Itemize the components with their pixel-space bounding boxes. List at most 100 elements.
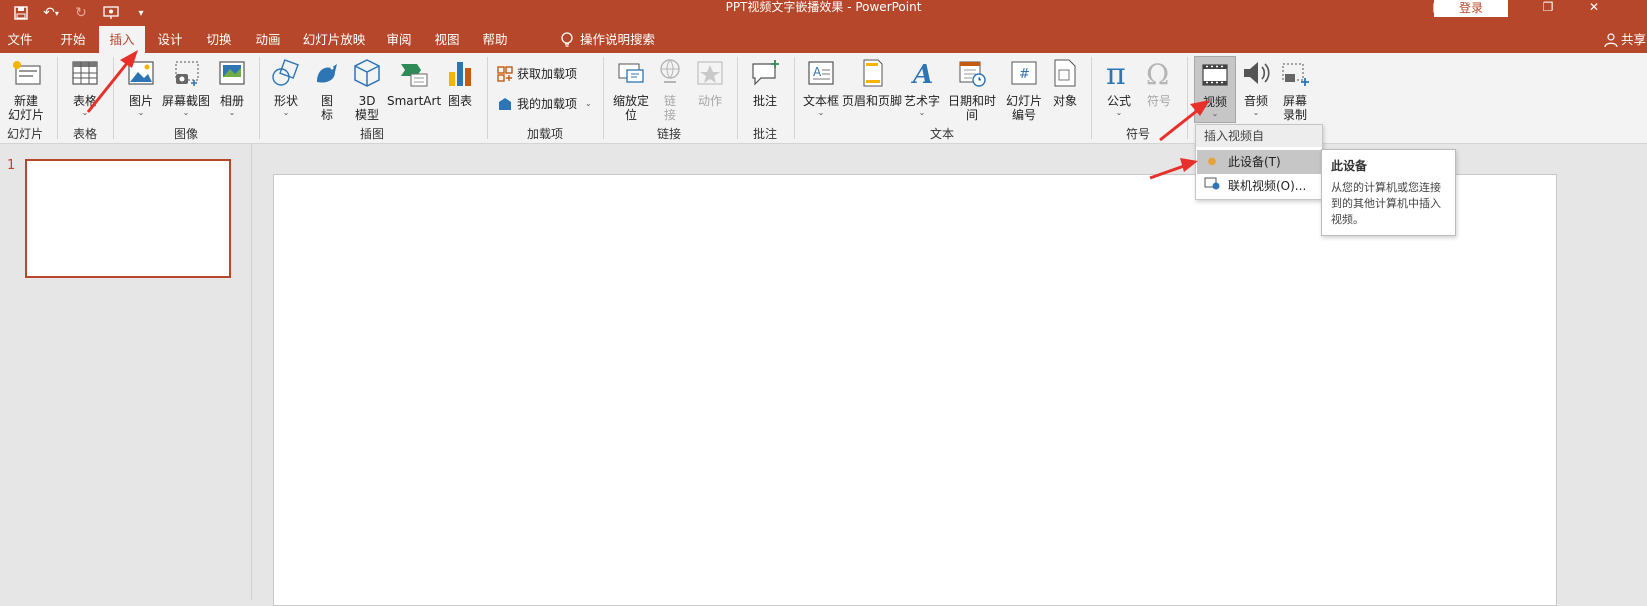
group-separator xyxy=(603,57,604,139)
svg-text:Ω: Ω xyxy=(1146,58,1169,90)
get-addins-button[interactable]: 获取加载项 xyxy=(497,65,577,82)
chevron-down-icon: ⌄ xyxy=(1115,108,1123,117)
chevron-down-icon: ⌄ xyxy=(1252,108,1260,117)
video-dropdown-menu: 插入视频自 ● 此设备(T) 联机视频(O)... xyxy=(1195,124,1323,200)
video-button[interactable]: 视频 ⌄ xyxy=(1194,56,1236,123)
cube-icon xyxy=(354,59,380,87)
shapes-icon xyxy=(272,59,299,86)
pictures-button[interactable]: 图片 ⌄ xyxy=(122,56,160,118)
header-footer-icon xyxy=(863,59,883,87)
svg-text:π: π xyxy=(1106,57,1126,90)
ribbon-display-icon[interactable]: ▣ xyxy=(1415,0,1461,18)
icons-icon xyxy=(317,64,337,83)
group-label-symbols: 符号 xyxy=(1125,127,1150,141)
wordart-icon: A xyxy=(910,60,933,90)
symbol-button[interactable]: Ω 符号 xyxy=(1141,56,1177,108)
new-slide-label: 新建 幻灯片 xyxy=(7,94,44,122)
chevron-down-icon: ⌄ xyxy=(1211,109,1219,118)
3d-models-label: 3D 模型 xyxy=(354,94,379,122)
tab-insert[interactable]: 插入 xyxy=(99,26,145,53)
photo-album-button[interactable]: 相册 ⌄ xyxy=(214,56,250,118)
comment-icon xyxy=(752,60,779,86)
tab-design[interactable]: 设计 xyxy=(150,26,190,53)
minimize-icon[interactable]: — xyxy=(1479,0,1525,18)
bar-chart-icon xyxy=(449,62,471,86)
online-video-icon xyxy=(1203,174,1221,198)
svg-text:A: A xyxy=(813,65,822,79)
restore-icon[interactable]: ❐ xyxy=(1525,0,1571,18)
slide-number-button[interactable]: # 幻灯片 编号 xyxy=(1004,56,1044,122)
speaker-icon xyxy=(1244,62,1270,84)
new-slide-button[interactable]: 新建 幻灯片 xyxy=(4,56,48,122)
object-button[interactable]: 对象 xyxy=(1047,56,1083,108)
equation-button[interactable]: π 公式 ⌄ xyxy=(1101,56,1137,118)
group-separator xyxy=(1187,57,1188,139)
chevron-down-icon: ⌄ xyxy=(228,108,236,117)
chevron-down-icon: ⌄ xyxy=(817,108,825,117)
share-button[interactable]: 共享 xyxy=(1604,26,1646,53)
textbox-label: 文本框 xyxy=(802,94,839,108)
chevron-down-icon: ⌄ xyxy=(182,108,190,117)
this-device-label: 此设备(T) xyxy=(1228,155,1281,169)
tab-animations[interactable]: 动画 xyxy=(248,26,288,53)
header-footer-label: 页眉和页脚 xyxy=(842,94,903,108)
person-icon xyxy=(1604,32,1618,47)
photo-album-label: 相册 xyxy=(219,94,244,108)
svg-text:#: # xyxy=(1019,67,1030,82)
online-video-label: 联机视频(O)... xyxy=(1228,179,1307,193)
title-bar: ↶ ▾ ↻ ▾ PPT视频文字嵌播效果 - PowerPoint 登录 ▣ — ❐… xyxy=(0,0,1647,26)
tab-file[interactable]: 文件 xyxy=(0,26,40,53)
addin-icon xyxy=(499,97,511,110)
wordart-button[interactable]: A 艺术字 ⌄ xyxy=(904,56,940,118)
chart-label: 图表 xyxy=(447,94,472,108)
header-footer-button[interactable]: 页眉和页脚 xyxy=(842,56,902,108)
tell-me-search[interactable]: 操作说明搜索 xyxy=(560,26,655,53)
icons-button[interactable]: 图 标 xyxy=(310,56,344,122)
close-icon[interactable]: ✕ xyxy=(1571,0,1617,18)
comment-button[interactable]: 批注 xyxy=(746,56,784,108)
smartart-button[interactable]: SmartArt xyxy=(387,56,441,108)
audio-button[interactable]: 音频 ⌄ xyxy=(1238,56,1274,118)
group-separator xyxy=(794,57,795,139)
link-button[interactable]: 链 接 xyxy=(654,56,686,122)
tab-transitions[interactable]: 切换 xyxy=(199,26,239,53)
tab-slideshow[interactable]: 幻灯片放映 xyxy=(298,26,370,53)
tab-view[interactable]: 视图 xyxy=(428,26,466,53)
tab-help[interactable]: 帮助 xyxy=(476,26,514,53)
table-button[interactable]: 表格 ⌄ xyxy=(65,56,105,118)
group-label-links: 链接 xyxy=(656,127,681,141)
tell-me-label: 操作说明搜索 xyxy=(580,32,656,47)
photo-album-icon xyxy=(219,61,245,85)
date-time-button[interactable]: 日期和时间 xyxy=(943,56,1001,122)
link-icon xyxy=(660,59,680,83)
slide-number: 1 xyxy=(7,158,16,173)
textbox-button[interactable]: A 文本框 ⌄ xyxy=(802,56,840,118)
icons-label: 图 标 xyxy=(320,94,333,122)
chart-button[interactable]: 图表 xyxy=(442,56,478,108)
slide-canvas[interactable] xyxy=(273,174,1557,606)
slide-thumbnail[interactable] xyxy=(25,159,231,278)
screen-recording-button[interactable]: 屏幕 录制 xyxy=(1277,56,1313,122)
shapes-button[interactable]: 形状 ⌄ xyxy=(268,56,304,118)
this-device-menu-item[interactable]: ● 此设备(T) xyxy=(1197,150,1321,174)
action-button[interactable]: 动作 xyxy=(692,56,728,108)
online-video-menu-item[interactable]: 联机视频(O)... xyxy=(1197,174,1321,198)
tab-review[interactable]: 审阅 xyxy=(380,26,418,53)
wordart-label: 艺术字 xyxy=(904,94,941,108)
chevron-down-icon: ⌄ xyxy=(137,108,145,117)
3d-models-button[interactable]: 3D 模型 xyxy=(350,56,384,122)
my-addins-label: 我的加载项 xyxy=(517,97,578,111)
ribbon: 新建 幻灯片 幻灯片 表格 ⌄ 表格 图片 ⌄ 屏幕截图 ⌄ 相册 ⌄ 图像 形… xyxy=(0,53,1647,144)
video-label: 视频 xyxy=(1202,95,1227,109)
film-icon xyxy=(1202,64,1228,86)
tab-home[interactable]: 开始 xyxy=(52,26,94,53)
pi-icon: π xyxy=(1106,57,1126,90)
slide-thumbnails-pane: 1 xyxy=(0,144,252,600)
chevron-down-icon: ⌄ xyxy=(81,108,89,117)
this-device-tooltip: 此设备 从您的计算机或您连接到的其他计算机中插入视频。 xyxy=(1321,149,1456,236)
screenshot-button[interactable]: 屏幕截图 ⌄ xyxy=(162,56,210,118)
picture-icon xyxy=(128,61,154,85)
my-addins-button[interactable]: 我的加载项 ⌄ xyxy=(497,95,592,112)
store-icon xyxy=(497,65,513,82)
zoom-button[interactable]: 缩放定 位 xyxy=(610,56,652,122)
